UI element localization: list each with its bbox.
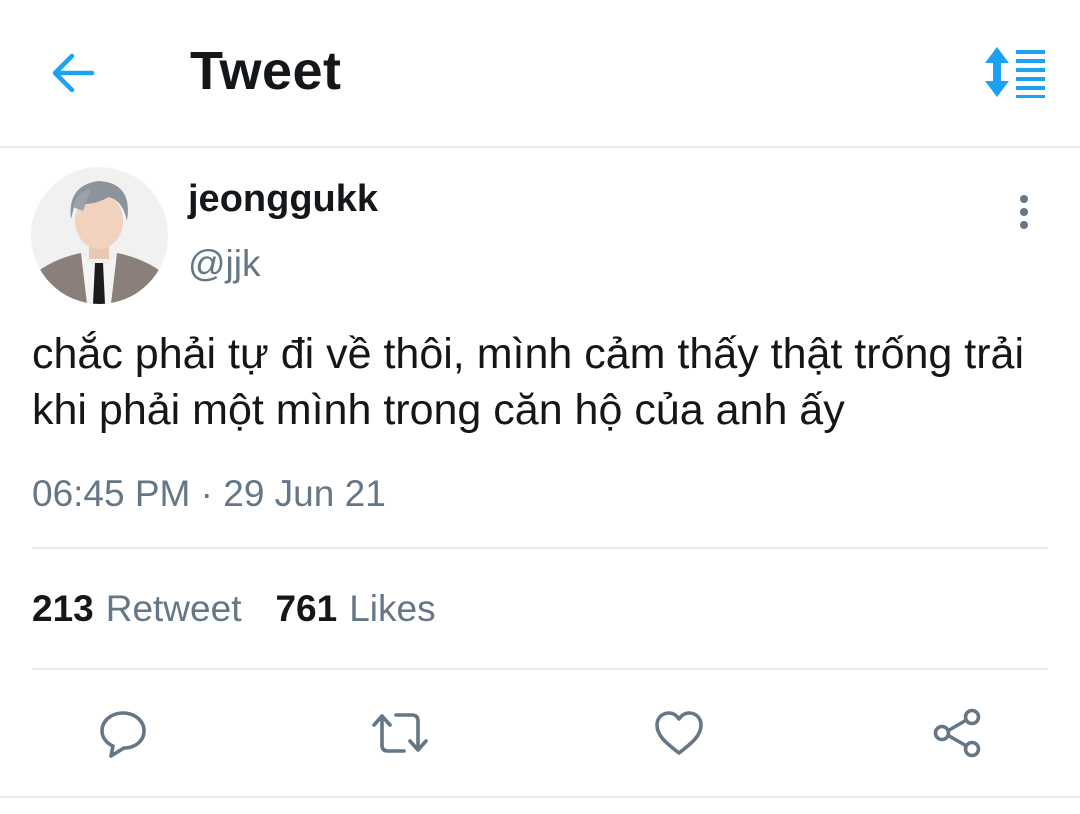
display-name[interactable]: jeonggukk <box>188 178 378 221</box>
retweet-icon <box>372 713 428 753</box>
likes-label[interactable]: Likes <box>349 588 435 630</box>
likes-count[interactable]: 761 <box>275 588 337 630</box>
engagement-stats: 213 Retweet 761 Likes <box>32 588 436 630</box>
retweet-button[interactable] <box>370 703 430 763</box>
more-vertical-icon <box>1020 195 1028 229</box>
back-button[interactable] <box>44 46 102 100</box>
share-icon <box>933 708 981 758</box>
sort-arrows-icon <box>985 47 1045 98</box>
share-button[interactable] <box>927 703 987 763</box>
tweet-text: chắc phải tự đi về thôi, mình cảm thấy t… <box>32 330 1025 434</box>
reply-bubble-icon <box>100 711 146 758</box>
top-app-bar: Tweet <box>0 0 1080 148</box>
divider <box>32 547 1048 549</box>
avatar[interactable] <box>31 167 168 304</box>
retweet-label[interactable]: Retweet <box>106 588 242 630</box>
arrow-left-icon <box>52 53 95 93</box>
page-title: Tweet <box>190 41 342 101</box>
user-handle[interactable]: @jjk <box>188 243 261 285</box>
more-options-button[interactable] <box>1004 190 1044 234</box>
like-button[interactable] <box>649 703 709 763</box>
reply-button[interactable] <box>93 703 153 763</box>
divider <box>32 668 1048 670</box>
avatar-image <box>31 167 168 304</box>
bottom-divider <box>0 796 1080 798</box>
heart-icon <box>655 711 703 755</box>
sort-button[interactable] <box>978 42 1052 102</box>
retweet-count[interactable]: 213 <box>32 588 94 630</box>
tweet-timestamp: 06:45 PM · 29 Jun 21 <box>32 473 386 514</box>
